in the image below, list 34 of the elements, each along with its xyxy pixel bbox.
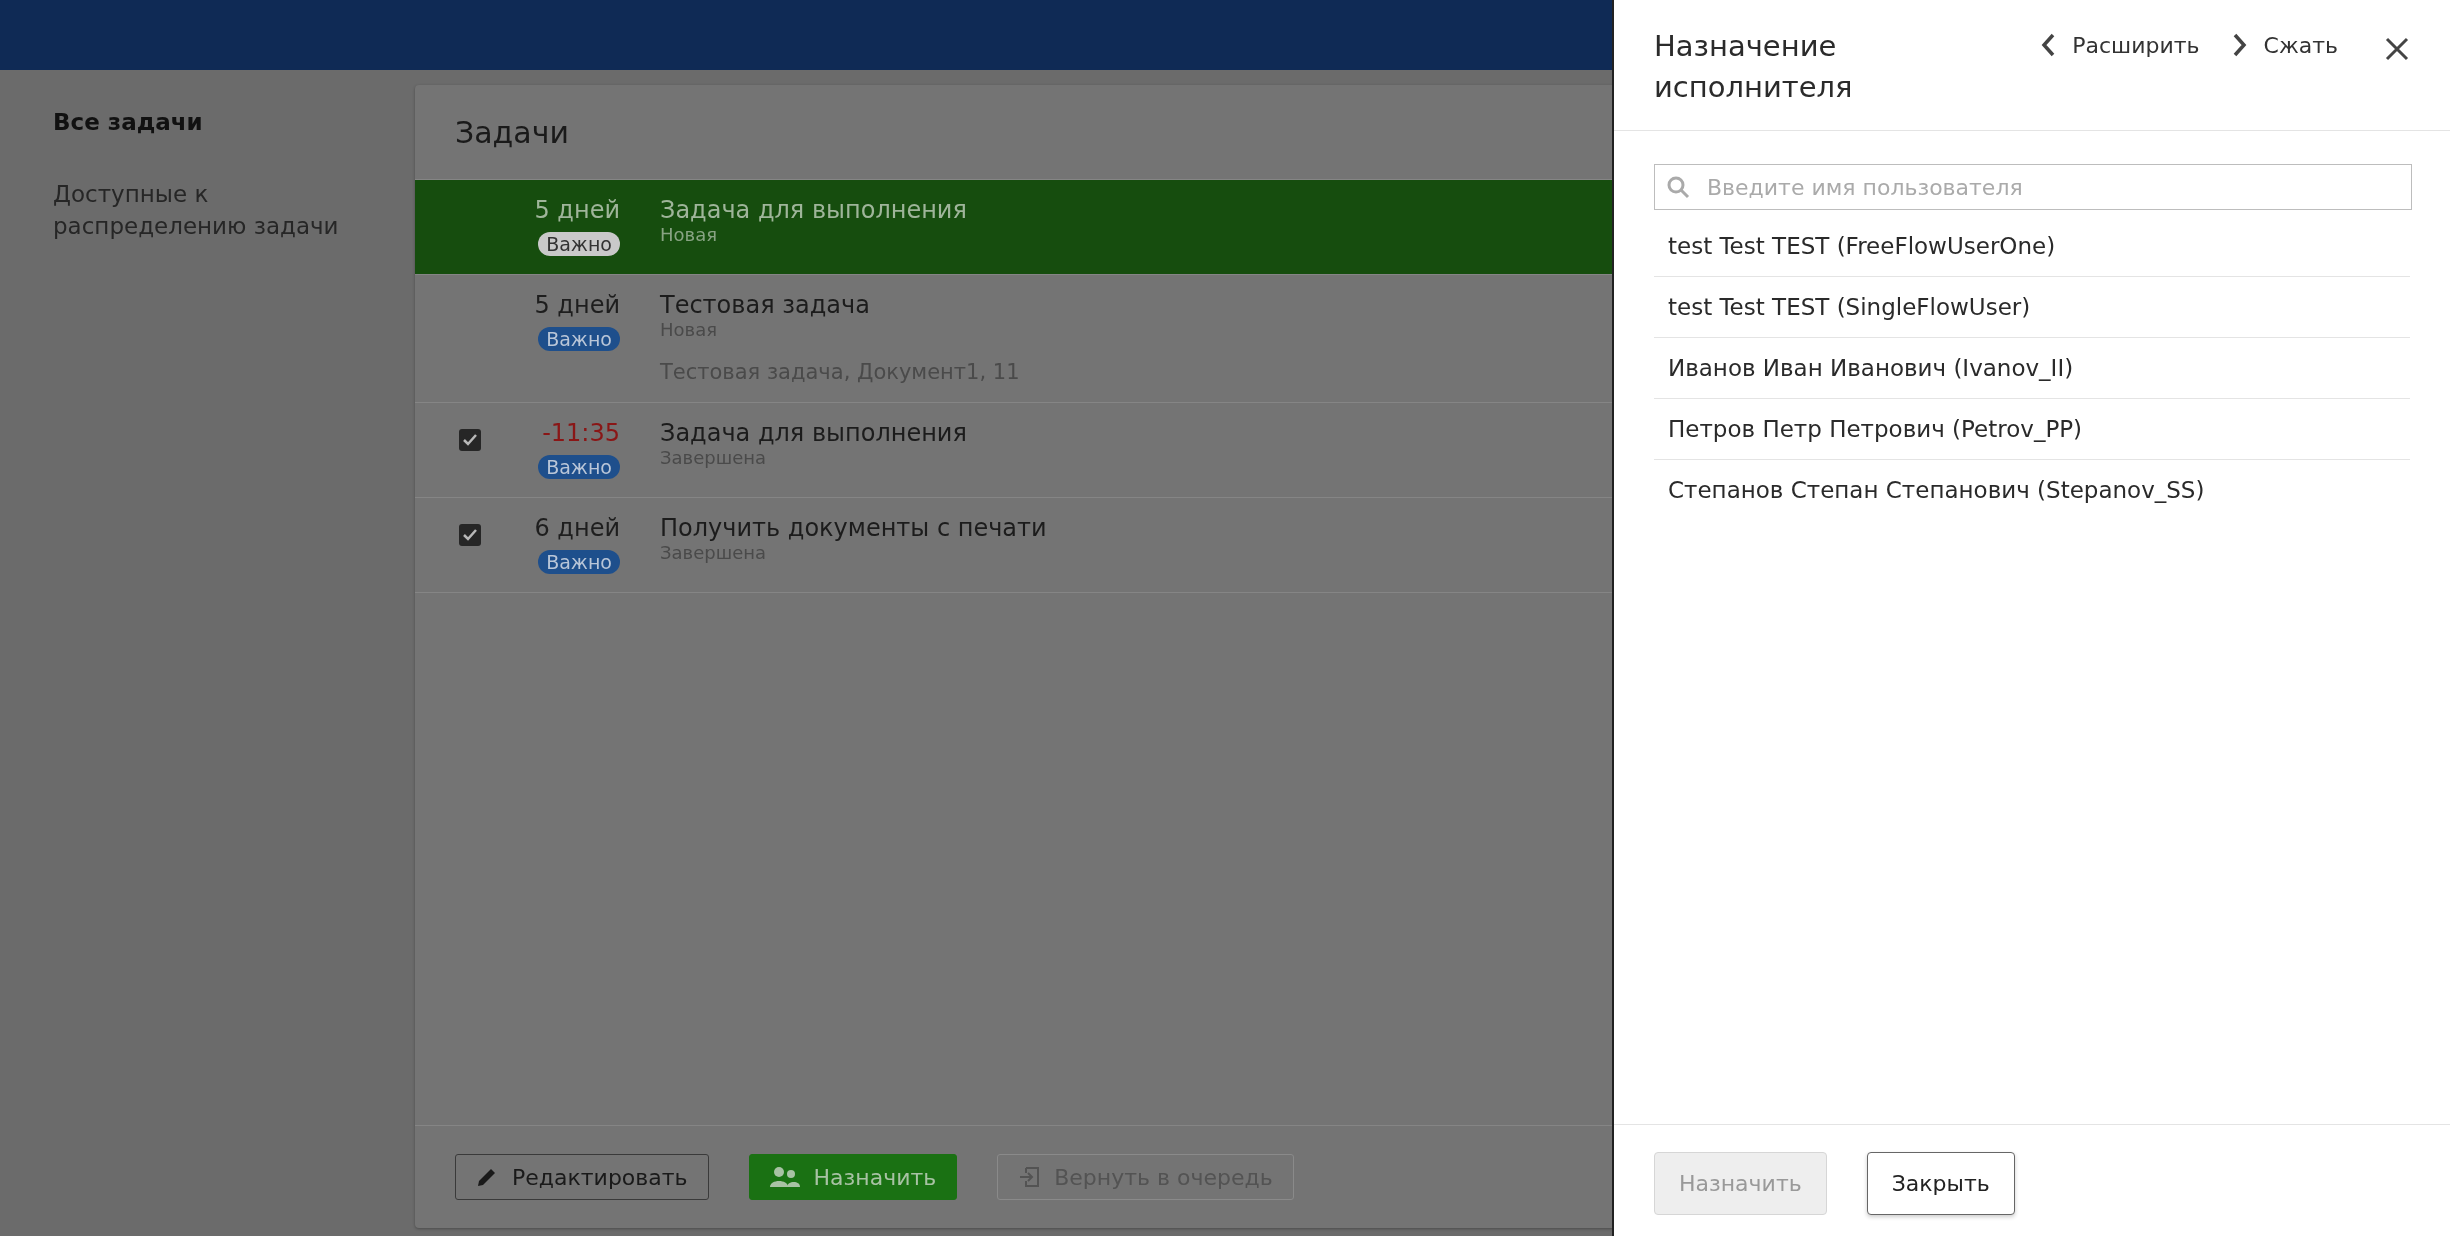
sidebar-item[interactable]: Все задачи: [53, 106, 353, 138]
chevron-right-icon: [2231, 32, 2248, 58]
edit-button[interactable]: Редактировать: [455, 1154, 709, 1200]
user-item[interactable]: Иванов Иван Иванович (Ivanov_II): [1654, 338, 2410, 399]
close-button[interactable]: [2384, 36, 2410, 62]
priority-badge: Важно: [538, 327, 620, 351]
expand-button[interactable]: Расширить: [2040, 32, 2200, 58]
chevron-left-icon: [2040, 32, 2057, 58]
due-time: 5 дней: [534, 291, 620, 319]
close-button[interactable]: Закрыть: [1866, 1152, 2015, 1215]
panel-title: Назначение исполнителя: [1654, 28, 1854, 106]
exit-box-icon: [1018, 1165, 1041, 1189]
user-item[interactable]: Петров Петр Петрович (Petrov_PP): [1654, 399, 2410, 460]
due-time: -11:35: [542, 419, 620, 447]
people-icon: [769, 1166, 800, 1188]
user-item[interactable]: test Test TEST (FreeFlowUserOne): [1654, 216, 2410, 277]
task-status: Новая: [660, 224, 718, 245]
checkbox[interactable]: [459, 429, 481, 451]
pencil-icon: [476, 1166, 498, 1188]
due-time: 6 дней: [534, 514, 620, 542]
user-item[interactable]: Степанов Степан Степанович (Stepanov_SS): [1654, 460, 2410, 520]
priority-badge: Важно: [538, 455, 620, 479]
due-time: 5 дней: [534, 196, 620, 224]
collapse-button[interactable]: Сжать: [2231, 32, 2338, 58]
priority-badge: Важно: [538, 550, 620, 574]
task-title: Получить документы с печати: [660, 514, 1047, 542]
task-row[interactable]: 5 дней Важно Задача для выполнения Новая: [415, 180, 1612, 275]
priority-badge: Важно: [538, 232, 620, 256]
task-title: Тестовая задача: [660, 291, 871, 319]
search-field[interactable]: Введите имя пользователя: [1654, 164, 2412, 210]
task-title: Задача для выполнения: [660, 419, 967, 447]
checkbox[interactable]: [459, 524, 481, 546]
task-title: Задача для выполнения: [660, 196, 967, 224]
user-item[interactable]: test Test TEST (SingleFlowUser): [1654, 277, 2410, 338]
